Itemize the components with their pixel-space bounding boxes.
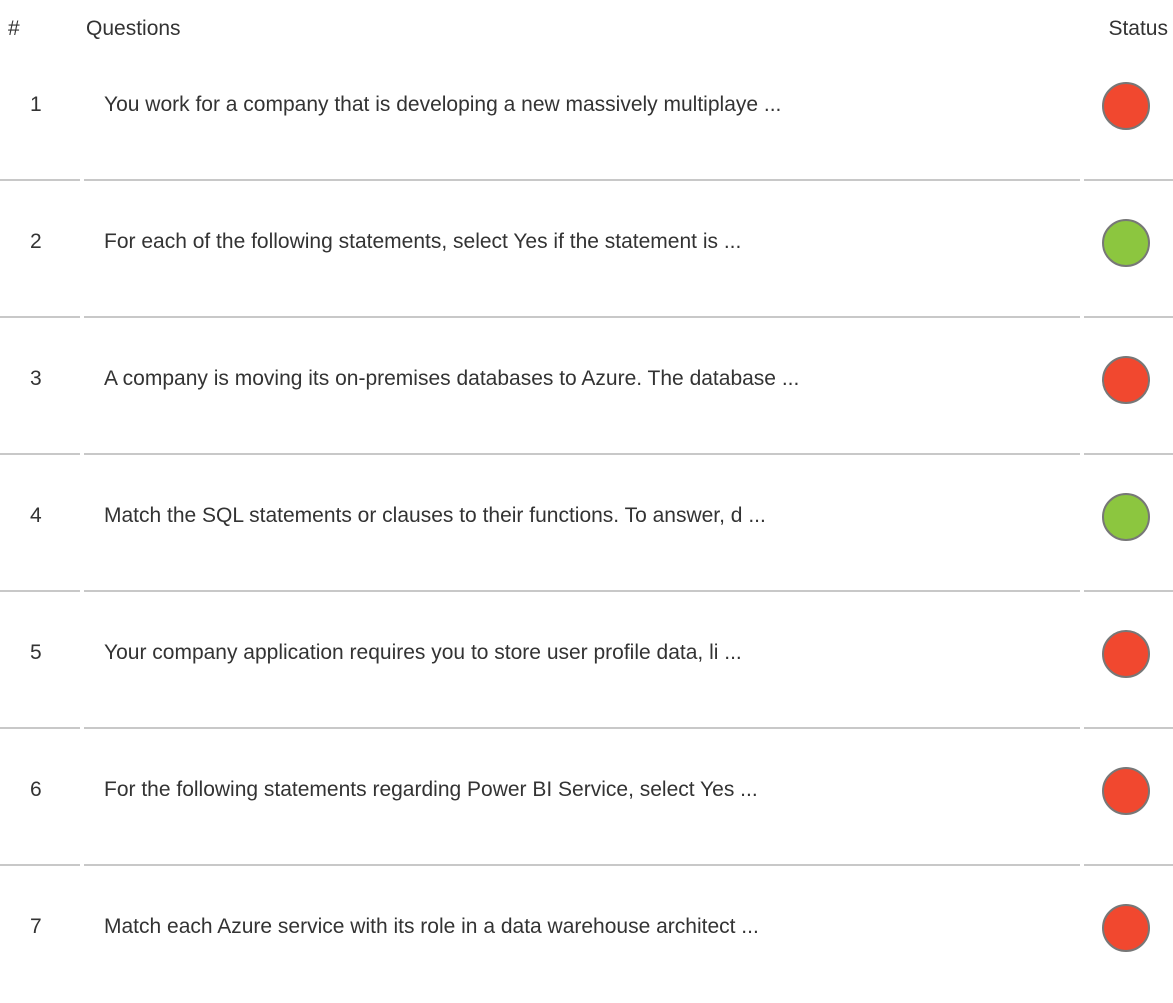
status-indicator-icon — [1102, 219, 1150, 267]
question-text[interactable]: For each of the following statements, se… — [104, 230, 741, 254]
question-number: 2 — [30, 230, 42, 253]
question-text[interactable]: Your company application requires you to… — [104, 641, 742, 665]
question-text[interactable]: You work for a company that is developin… — [104, 93, 781, 117]
question-number: 5 — [30, 641, 42, 664]
question-text[interactable]: Match the SQL statements or clauses to t… — [104, 504, 766, 528]
question-number: 6 — [30, 778, 42, 801]
question-number: 1 — [30, 93, 42, 116]
header-number: # — [8, 17, 20, 40]
header-status: Status — [1108, 17, 1168, 40]
status-indicator-icon — [1102, 356, 1150, 404]
question-text[interactable]: A company is moving its on-premises data… — [104, 367, 799, 391]
header-questions: Questions — [86, 17, 181, 40]
status-indicator-icon — [1102, 630, 1150, 678]
question-row[interactable]: 5 Your company application requires you … — [0, 592, 1173, 729]
question-text[interactable]: Match each Azure service with its role i… — [104, 915, 759, 939]
question-number: 4 — [30, 504, 42, 527]
question-number: 3 — [30, 367, 42, 390]
question-row[interactable]: 7 Match each Azure service with its role… — [0, 866, 1173, 1003]
question-row[interactable]: 1 You work for a company that is develop… — [0, 44, 1173, 181]
question-row[interactable]: 2 For each of the following statements, … — [0, 181, 1173, 318]
status-indicator-icon — [1102, 82, 1150, 130]
status-indicator-icon — [1102, 493, 1150, 541]
question-number: 7 — [30, 915, 42, 938]
questions-list: 1 You work for a company that is develop… — [0, 44, 1173, 1003]
question-row[interactable]: 3 A company is moving its on-premises da… — [0, 318, 1173, 455]
question-row[interactable]: 4 Match the SQL statements or clauses to… — [0, 455, 1173, 592]
status-indicator-icon — [1102, 904, 1150, 952]
question-text[interactable]: For the following statements regarding P… — [104, 778, 758, 802]
question-row[interactable]: 6 For the following statements regarding… — [0, 729, 1173, 866]
table-header: # Questions Status — [0, 0, 1173, 44]
status-indicator-icon — [1102, 767, 1150, 815]
